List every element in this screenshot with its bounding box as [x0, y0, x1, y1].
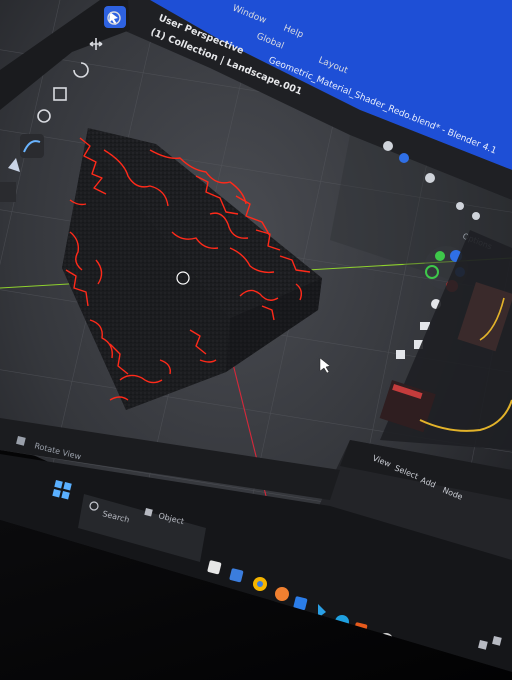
perspective-toggle-icon [396, 350, 405, 359]
shading-options-icon [472, 212, 480, 220]
monitor-photo: Geometric_Material_Shader_Redo.blend* - … [0, 0, 512, 680]
app-icon [275, 587, 289, 601]
add-cube-button[interactable] [0, 182, 16, 202]
gizmo-y-positive-icon [435, 251, 445, 261]
annotate-tool-button[interactable] [20, 134, 44, 158]
solid-shading-icon [399, 153, 409, 163]
wireframe-icon [383, 141, 393, 151]
material-preview-icon [425, 173, 435, 183]
render-preview-icon [456, 202, 464, 210]
